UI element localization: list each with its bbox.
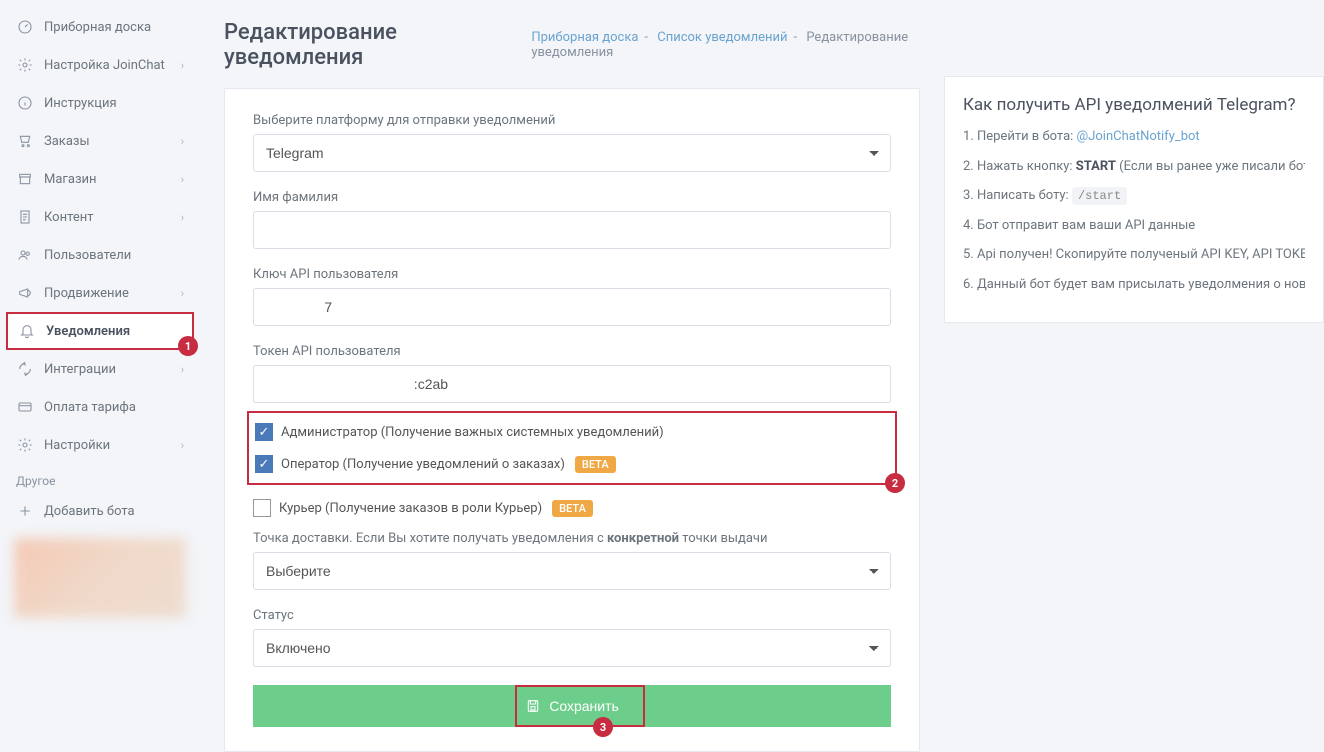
chevron-right-icon: › <box>181 287 184 300</box>
save-icon <box>525 698 541 714</box>
help-step-4: 4. Бот отправит вам ваши API данные <box>963 216 1305 236</box>
highlight-badge-2: 2 <box>885 473 905 493</box>
nav-label: Инструкция <box>44 96 184 111</box>
nav-label: Продвижение <box>44 286 181 301</box>
nav-label: Приборная доска <box>44 20 184 35</box>
platform-label: Выберите платформу для отправки уведолме… <box>253 113 891 128</box>
help-title: Как получить API уведолмений Telegram? <box>963 95 1305 115</box>
delivery-select[interactable]: Выберите <box>253 552 891 590</box>
nav-orders[interactable]: Заказы› <box>0 122 200 160</box>
doc-icon <box>16 208 34 226</box>
gauge-icon <box>16 18 34 36</box>
token-label: Токен API пользователя <box>253 344 891 359</box>
nav-promo[interactable]: Продвижение› <box>0 274 200 312</box>
code-start: /start <box>1072 187 1127 205</box>
loop-icon <box>16 360 34 378</box>
nav-label: Интеграции <box>44 362 181 377</box>
nav-label: Магазин <box>44 172 181 187</box>
name-label: Имя фамилия <box>253 190 891 205</box>
nav-notifications[interactable]: Уведомления1 <box>6 312 194 350</box>
nav-label: Уведомления <box>46 324 182 339</box>
status-select[interactable]: Включено <box>253 629 891 667</box>
nav-users[interactable]: Пользователи <box>0 236 200 274</box>
nav-instruction[interactable]: Инструкция <box>0 84 200 122</box>
save-button-label: Сохранить <box>549 698 619 714</box>
nav-label: Добавить бота <box>44 504 184 519</box>
chevron-right-icon: › <box>181 211 184 224</box>
save-button[interactable]: Сохранить <box>253 685 891 727</box>
chevron-right-icon: › <box>181 439 184 452</box>
checkbox-operator[interactable]: ✓ <box>255 455 273 473</box>
chevron-right-icon: › <box>181 173 184 186</box>
beta-badge: BETA <box>552 500 593 517</box>
gear-icon <box>16 436 34 454</box>
name-input[interactable] <box>253 211 891 249</box>
nav-label: Оплата тарифа <box>44 400 184 415</box>
chevron-right-icon: › <box>181 135 184 148</box>
nav-label: Заказы <box>44 134 181 149</box>
plus-icon <box>16 502 34 520</box>
help-step-1: 1. Перейти в бота: @JoinChatNotify_bot <box>963 127 1305 147</box>
archive-icon <box>16 170 34 188</box>
megaphone-icon <box>16 284 34 302</box>
nav-content[interactable]: Контент› <box>0 198 200 236</box>
save-wrap: Сохранить 3 <box>253 685 891 727</box>
crumb-dashboard[interactable]: Приборная доска <box>531 30 638 45</box>
nav-label: Настройка JoinChat <box>44 58 181 73</box>
nav-label: Контент <box>44 210 181 225</box>
sidebar: Приборная доска Настройка JoinChat› Инст… <box>0 0 200 688</box>
gear-icon <box>16 56 34 74</box>
chevron-right-icon: › <box>181 59 184 72</box>
nav-shop[interactable]: Магазин› <box>0 160 200 198</box>
checkbox-operator-label: Оператор (Получение уведомлений о заказа… <box>281 457 565 472</box>
help-step-3: 3. Написать боту: /start <box>963 186 1305 206</box>
help-step-5: 5. Api получен! Скопируйте полученый API… <box>963 245 1305 265</box>
crumb-list[interactable]: Список уведомлений <box>657 30 787 45</box>
nav-joinchat[interactable]: Настройка JoinChat› <box>0 46 200 84</box>
nav-integrations[interactable]: Интеграции› <box>0 350 200 388</box>
info-icon <box>16 94 34 112</box>
checkbox-admin[interactable]: ✓ <box>255 423 273 441</box>
highlight-badge-3: 3 <box>593 717 613 737</box>
nav-label: Настройки <box>44 438 181 453</box>
checkbox-courier-label: Курьер (Получение заказов в роли Курьер) <box>279 501 542 516</box>
bot-link[interactable]: @JoinChatNotify_bot <box>1077 129 1200 144</box>
page-header: Редактирование уведомления Приборная дос… <box>224 20 920 70</box>
help-step-6: 6. Данный бот будет вам присылать уведол… <box>963 275 1305 295</box>
nav-add-bot[interactable]: Добавить бота <box>0 492 200 530</box>
cart-icon <box>16 132 34 150</box>
nav-section-other: Другое <box>0 464 200 492</box>
beta-badge: BETA <box>575 456 616 473</box>
sidebar-user-block <box>14 538 186 618</box>
page-title: Редактирование уведомления <box>224 20 491 70</box>
bell-icon <box>18 322 36 340</box>
nav-settings[interactable]: Настройки› <box>0 426 200 464</box>
nav-billing[interactable]: Оплата тарифа <box>0 388 200 426</box>
nav-label: Пользователи <box>44 248 184 263</box>
checkbox-courier[interactable] <box>253 499 271 517</box>
highlight-box-roles: ✓ Администратор (Получение важных систем… <box>247 411 897 485</box>
token-input[interactable] <box>253 365 891 403</box>
checkbox-admin-label: Администратор (Получение важных системны… <box>281 425 664 440</box>
status-label: Статус <box>253 608 891 623</box>
chevron-right-icon: › <box>181 363 184 376</box>
help-step-2: 2. Нажать кнопку: START (Если вы ранее у… <box>963 157 1305 177</box>
apikey-input[interactable] <box>253 288 891 326</box>
delivery-label: Точка доставки. Если Вы хотите получать … <box>253 531 891 546</box>
card-icon <box>16 398 34 416</box>
platform-select[interactable]: Telegram <box>253 134 891 172</box>
nav-dashboard[interactable]: Приборная доска <box>0 8 200 46</box>
apikey-label: Ключ API пользователя <box>253 267 891 282</box>
form-card: Выберите платформу для отправки уведолме… <box>224 88 920 752</box>
help-panel: Как получить API уведолмений Telegram? 1… <box>944 76 1324 323</box>
users-icon <box>16 246 34 264</box>
breadcrumb: Приборная доска- Список уведомлений- Ред… <box>531 30 920 60</box>
